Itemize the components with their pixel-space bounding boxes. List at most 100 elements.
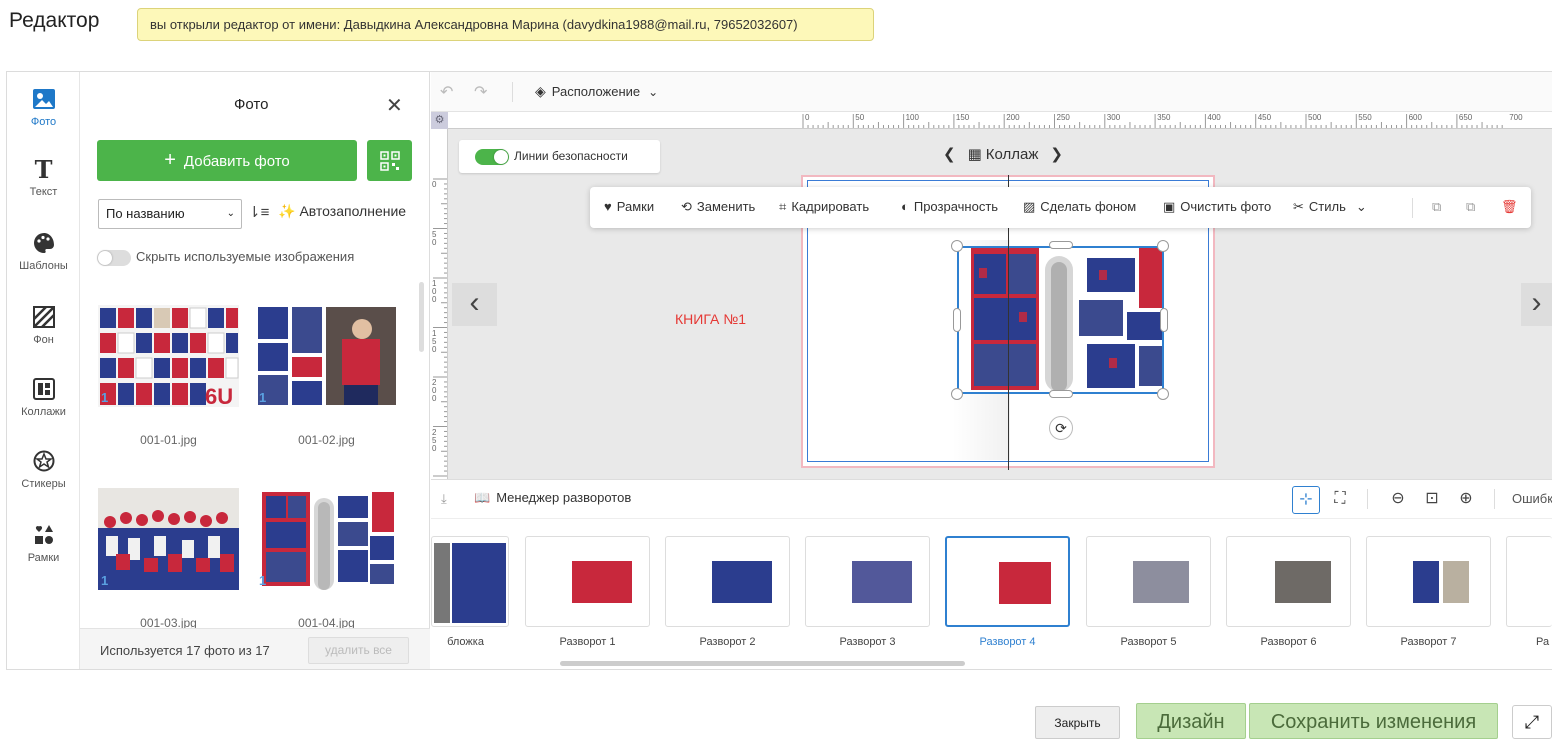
spread-1[interactable]	[525, 536, 650, 627]
photo-thumb-2-name: 001-02.jpg	[298, 433, 355, 447]
chevron-right-icon[interactable]: ❯	[1050, 146, 1063, 163]
sidenav-label-stickers: Стикеры	[21, 478, 66, 490]
ruler-left: 0 50 100 150 200 250	[431, 129, 448, 479]
close-button[interactable]: Закрыть	[1035, 706, 1120, 739]
spread-2[interactable]	[665, 536, 790, 627]
copy-button[interactable]: ⧉	[1432, 199, 1441, 215]
rotate-handle[interactable]: ⟳	[1049, 416, 1073, 440]
ruler-top-label: 400	[1207, 113, 1221, 122]
spread-8[interactable]	[1506, 536, 1552, 627]
chevron-right-icon: ›	[1531, 286, 1542, 319]
photo-thumb-3[interactable]: 1	[98, 488, 239, 590]
sidenav-item-frames[interactable]: Рамки	[7, 524, 80, 564]
resize-handle-br[interactable]	[1157, 388, 1169, 400]
delete-button[interactable]: 🗑	[1501, 199, 1518, 215]
chevron-down-icon: ⌄	[1355, 199, 1367, 214]
chevron-left-icon[interactable]: ❮	[943, 146, 956, 163]
ruler-left-label: 250	[432, 427, 437, 453]
resize-handle-left[interactable]	[953, 308, 961, 332]
resize-handle-bottom[interactable]	[1049, 390, 1073, 398]
hide-used-label: Скрыть используемые изображения	[136, 249, 355, 264]
fullscreen-button[interactable]: ⤢	[1512, 705, 1552, 739]
save-button[interactable]: Сохранить изменения	[1249, 703, 1498, 739]
sidenav-item-text[interactable]: T Текст	[7, 158, 80, 199]
safety-lines-switch[interactable]	[475, 149, 509, 165]
errors-link[interactable]: Ошибк	[1512, 491, 1552, 506]
resize-handle-right[interactable]	[1160, 308, 1168, 332]
delete-all-button[interactable]: удалить все	[308, 637, 409, 664]
ruler-top-label: 350	[1157, 113, 1171, 122]
ruler-top-label: 100	[905, 113, 919, 122]
photo-thumb-4[interactable]: 1	[256, 488, 397, 590]
sidenav-item-stickers[interactable]: Стикеры	[7, 450, 80, 490]
spread-preview	[572, 561, 632, 603]
trash-icon: 🗑	[1501, 199, 1518, 214]
download-button[interactable]: ⤓	[441, 491, 447, 507]
spread-preview	[1133, 561, 1189, 603]
sidenav-item-photo[interactable]: Фото	[7, 88, 80, 128]
book-icon: 📖	[474, 490, 491, 505]
spread-preview	[712, 561, 772, 603]
selected-collage[interactable]	[957, 246, 1164, 394]
sidenav-item-templates[interactable]: Шаблоны	[7, 232, 80, 272]
compress-icon: ⊹	[1299, 491, 1313, 508]
zoom-out-button[interactable]: ⊖	[1384, 486, 1412, 514]
fit-button[interactable]: ⊡	[1418, 486, 1446, 514]
qr-code-icon	[379, 150, 400, 171]
chevron-down-icon: ⌄	[226, 208, 235, 219]
photo-thumb-2-badge: 1	[259, 390, 267, 405]
resize-handle-tl[interactable]	[951, 240, 963, 252]
duplicate-button[interactable]: ⧉	[1466, 199, 1475, 215]
add-photo-button[interactable]: + Добавить фото	[97, 140, 357, 181]
spread-cover[interactable]	[431, 536, 509, 627]
toolbar-divider	[512, 82, 513, 102]
spread-label-cover: бложка	[447, 636, 484, 648]
make-background-button[interactable]: ▨ Сделать фоном	[1023, 199, 1136, 215]
sort-select[interactable]: По названию ⌄	[98, 199, 242, 229]
design-button[interactable]: Дизайн	[1136, 703, 1246, 739]
spread-6[interactable]	[1226, 536, 1351, 627]
expand-view-button[interactable]: ⛶	[1326, 486, 1354, 514]
prev-spread-button[interactable]: ‹	[452, 283, 497, 326]
next-spread-button[interactable]: ›	[1521, 283, 1552, 326]
sidenav-item-collages[interactable]: Коллажи	[7, 378, 80, 418]
autofill-button[interactable]: ✨ Автозаполнение	[278, 203, 406, 220]
crop-button[interactable]: ⌗ Кадрировать	[779, 199, 869, 215]
resize-handle-tr[interactable]	[1157, 240, 1169, 252]
spread-5[interactable]	[1086, 536, 1211, 627]
spreads-scrollbar[interactable]	[560, 661, 965, 666]
qr-upload-button[interactable]	[367, 140, 412, 181]
sidenav-item-background[interactable]: Фон	[7, 306, 80, 346]
redo-button[interactable]: ↷	[474, 82, 487, 102]
close-panel-button[interactable]: ✕	[386, 93, 403, 118]
resize-handle-bl[interactable]	[951, 388, 963, 400]
photo-thumb-1-badge: 1	[101, 390, 109, 405]
zoom-in-button[interactable]: ⊕	[1452, 486, 1480, 514]
resize-handle-top[interactable]	[1049, 241, 1073, 249]
sort-direction-button[interactable]: ⇂≡	[248, 203, 269, 221]
spread-label-8: Ра	[1536, 636, 1550, 648]
undo-button[interactable]: ↶	[440, 82, 453, 102]
photo-thumb-1[interactable]: 6U 1	[98, 305, 239, 407]
frames-button[interactable]: ♥ Рамки	[604, 199, 654, 214]
compact-view-button[interactable]: ⊹	[1292, 486, 1320, 514]
spread-preview	[852, 561, 912, 603]
hide-used-toggle[interactable]	[97, 250, 131, 266]
spread-4[interactable]	[945, 536, 1070, 627]
panel-scrollbar[interactable]	[419, 282, 424, 352]
replace-button[interactable]: ⟲ Заменить	[681, 199, 755, 215]
spread-7[interactable]	[1366, 536, 1491, 627]
layout-dropdown[interactable]: ◈ Расположение ⌄	[535, 83, 658, 100]
style-dropdown[interactable]: ✂ Стиль ⌄	[1293, 199, 1367, 215]
spread-label-5: Разворот 5	[1120, 636, 1177, 648]
photo-thumb-2[interactable]: 1	[256, 305, 397, 407]
clear-photo-button[interactable]: ▣ Очистить фото	[1163, 199, 1271, 215]
spread-3[interactable]	[805, 536, 930, 627]
ruler-top-label: 250	[1056, 113, 1070, 122]
spread-manager-button[interactable]: 📖 Менеджер разворотов	[474, 490, 631, 506]
used-count: Используется 17 фото из 17	[100, 643, 270, 658]
ruler-settings-icon[interactable]: ⚙	[431, 112, 448, 129]
rotate-icon: ⟳	[1055, 420, 1067, 436]
transparency-button[interactable]: ◐ Прозрачность	[901, 199, 998, 214]
spread-label-7: Разворот 7	[1400, 636, 1457, 648]
